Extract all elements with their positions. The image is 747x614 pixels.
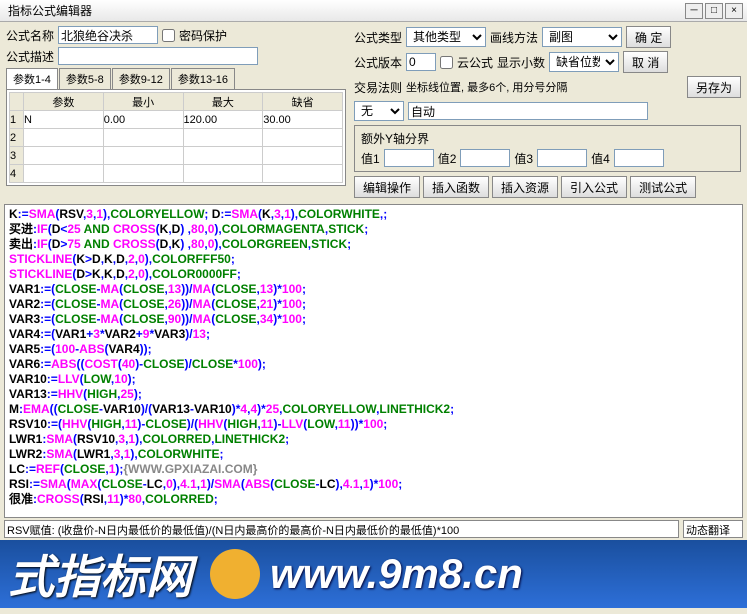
param-header-name: 参数 (24, 93, 104, 111)
extra-axis-group: 额外Y轴分界 值1 值2 值3 值4 (354, 125, 741, 172)
cloud-label: 云公式 (457, 54, 493, 71)
banner: 式指标网 www.9m8.cn (0, 540, 747, 608)
trade-rule-label: 交易法则 (354, 79, 402, 96)
param-max-input[interactable] (184, 112, 263, 128)
extra-axis-label: 额外Y轴分界 (361, 130, 429, 147)
cancel-button[interactable]: 取 消 (623, 51, 668, 73)
decimals-select[interactable]: 缺省位数 (549, 52, 619, 72)
formula-desc-input[interactable] (58, 47, 258, 65)
formula-desc-label: 公式描述 (6, 48, 54, 65)
row-num: 4 (10, 165, 24, 183)
table-row: 4 (10, 165, 343, 183)
formula-version-label: 公式版本 (354, 54, 402, 71)
formula-name-label: 公式名称 (6, 27, 54, 44)
v2-label: 值2 (438, 150, 457, 167)
banner-text: 式指标网 (0, 541, 200, 607)
draw-method-label: 画线方法 (490, 29, 538, 46)
password-label: 密码保护 (179, 27, 227, 44)
param-min-input[interactable] (104, 130, 183, 146)
param-min-input[interactable] (104, 166, 183, 182)
dynamic-translate[interactable]: 动态翻译 (683, 520, 743, 538)
window-title: 指标公式编辑器 (4, 2, 683, 19)
v1-label: 值1 (361, 150, 380, 167)
param-name-input[interactable] (24, 148, 103, 164)
v4-input[interactable] (614, 149, 664, 167)
ok-button[interactable]: 确 定 (626, 26, 671, 48)
password-checkbox[interactable] (162, 29, 175, 42)
tab-params-5-8[interactable]: 参数5-8 (59, 68, 111, 89)
param-tabs: 参数1-4 参数5-8 参数9-12 参数13-16 (6, 68, 346, 89)
coord-input[interactable] (408, 102, 648, 120)
param-name-input[interactable] (24, 130, 103, 146)
coord-hint-label: 坐标线位置, 最多6个, 用分号分隔 (406, 79, 567, 95)
v3-label: 值3 (514, 150, 533, 167)
row-num: 2 (10, 129, 24, 147)
banner-url: www.9m8.cn (270, 550, 523, 598)
insert-res-button[interactable]: 插入资源 (492, 176, 558, 198)
param-header-blank (10, 93, 24, 111)
minimize-button[interactable]: ─ (685, 3, 703, 19)
param-max-input[interactable] (184, 148, 263, 164)
cloud-checkbox[interactable] (440, 56, 453, 69)
version-input[interactable] (406, 53, 436, 71)
insert-fn-button[interactable]: 插入函数 (423, 176, 489, 198)
param-def-input[interactable] (263, 130, 342, 146)
v3-input[interactable] (537, 149, 587, 167)
trade-rule-select[interactable]: 无 (354, 101, 404, 121)
banner-logo-icon (210, 549, 260, 599)
row-num: 3 (10, 147, 24, 165)
param-header-max: 最大 (183, 93, 263, 111)
param-min-input[interactable] (104, 112, 183, 128)
edit-op-button[interactable]: 编辑操作 (354, 176, 420, 198)
tab-params-9-12[interactable]: 参数9-12 (112, 68, 170, 89)
decimals-label: 显示小数 (497, 54, 545, 71)
maximize-button[interactable]: □ (705, 3, 723, 19)
tab-params-1-4[interactable]: 参数1-4 (6, 68, 58, 89)
table-row: 2 (10, 129, 343, 147)
status-bar: RSV赋值: (收盘价-N日内最低价的最低值)/(N日内最高价的最高价-N日内最… (4, 520, 679, 538)
tab-params-13-16[interactable]: 参数13-16 (171, 68, 235, 89)
param-min-input[interactable] (104, 148, 183, 164)
code-editor[interactable]: K:=SMA(RSV,3,1),COLORYELLOW; D:=SMA(K,3,… (4, 204, 743, 518)
param-header-min: 最小 (103, 93, 183, 111)
test-button[interactable]: 测试公式 (630, 176, 696, 198)
draw-method-select[interactable]: 副图 (542, 27, 622, 47)
formula-name-input[interactable] (58, 26, 158, 44)
param-max-input[interactable] (184, 166, 263, 182)
table-row: 1 (10, 111, 343, 129)
param-def-input[interactable] (263, 166, 342, 182)
import-button[interactable]: 引入公式 (561, 176, 627, 198)
param-name-input[interactable] (24, 166, 103, 182)
titlebar: 指标公式编辑器 ─ □ × (0, 0, 747, 22)
row-num: 1 (10, 111, 24, 129)
formula-type-select[interactable]: 其他类型 (406, 27, 486, 47)
formula-type-label: 公式类型 (354, 29, 402, 46)
param-max-input[interactable] (184, 130, 263, 146)
close-button[interactable]: × (725, 3, 743, 19)
param-def-input[interactable] (263, 148, 342, 164)
v2-input[interactable] (460, 149, 510, 167)
table-row: 3 (10, 147, 343, 165)
param-header-def: 缺省 (263, 93, 343, 111)
param-name-input[interactable] (24, 112, 103, 128)
v4-label: 值4 (591, 150, 610, 167)
save-as-button[interactable]: 另存为 (687, 76, 741, 98)
param-grid: 参数 最小 最大 缺省 1234 (6, 89, 346, 186)
v1-input[interactable] (384, 149, 434, 167)
param-def-input[interactable] (263, 112, 342, 128)
